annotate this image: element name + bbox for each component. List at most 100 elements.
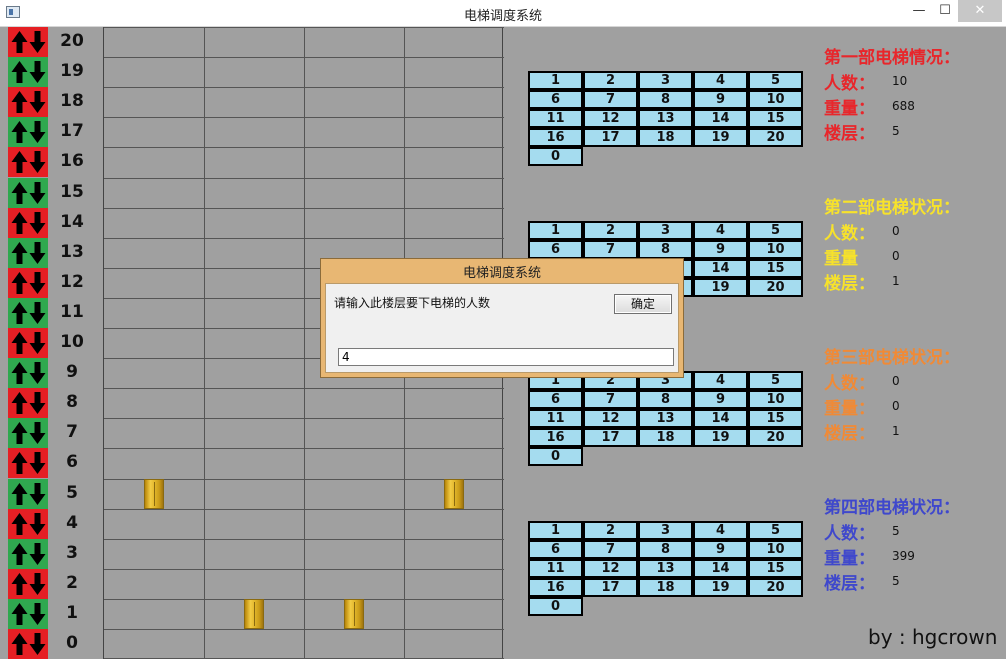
floor-key-15[interactable]: 15 xyxy=(748,109,803,128)
floor-key-3[interactable]: 3 xyxy=(638,521,693,540)
call-button-floor-7[interactable] xyxy=(8,418,48,448)
floor-key-11[interactable]: 11 xyxy=(528,409,583,428)
call-button-floor-2[interactable] xyxy=(8,569,48,599)
call-button-floor-1[interactable] xyxy=(8,599,48,629)
floor-key-14[interactable]: 14 xyxy=(693,559,748,578)
floor-key-12[interactable]: 12 xyxy=(583,559,638,578)
floor-key-9[interactable]: 9 xyxy=(693,390,748,409)
floor-key-8[interactable]: 8 xyxy=(638,240,693,259)
call-button-floor-10[interactable] xyxy=(8,328,48,358)
floor-key-8[interactable]: 8 xyxy=(638,90,693,109)
floor-key-9[interactable]: 9 xyxy=(693,540,748,559)
floor-key-0[interactable]: 0 xyxy=(528,597,583,616)
floor-key-10[interactable]: 10 xyxy=(748,240,803,259)
close-button[interactable]: ✕ xyxy=(958,0,1002,22)
call-button-floor-17[interactable] xyxy=(8,117,48,147)
floor-key-2[interactable]: 2 xyxy=(583,71,638,90)
floor-key-4[interactable]: 4 xyxy=(693,521,748,540)
floor-key-19[interactable]: 19 xyxy=(693,278,748,297)
floor-key-2[interactable]: 2 xyxy=(583,521,638,540)
floor-key-16[interactable]: 16 xyxy=(528,128,583,147)
floor-key-9[interactable]: 9 xyxy=(693,90,748,109)
floor-key-18[interactable]: 18 xyxy=(638,578,693,597)
floor-key-6[interactable]: 6 xyxy=(528,390,583,409)
call-button-floor-4[interactable] xyxy=(8,509,48,539)
call-button-floor-13[interactable] xyxy=(8,238,48,268)
floor-key-6[interactable]: 6 xyxy=(528,540,583,559)
floor-key-2[interactable]: 2 xyxy=(583,221,638,240)
floor-key-6[interactable]: 6 xyxy=(528,240,583,259)
call-button-floor-3[interactable] xyxy=(8,539,48,569)
floor-key-7[interactable]: 7 xyxy=(583,390,638,409)
floor-key-0[interactable]: 0 xyxy=(528,147,583,166)
floor-key-20[interactable]: 20 xyxy=(748,578,803,597)
minimize-button[interactable]: — xyxy=(906,0,932,22)
floor-key-12[interactable]: 12 xyxy=(583,109,638,128)
floor-key-1[interactable]: 1 xyxy=(528,221,583,240)
floor-key-14[interactable]: 14 xyxy=(693,409,748,428)
floor-key-14[interactable]: 14 xyxy=(693,109,748,128)
floor-key-20[interactable]: 20 xyxy=(748,428,803,447)
floor-key-4[interactable]: 4 xyxy=(693,371,748,390)
floor-key-19[interactable]: 19 xyxy=(693,428,748,447)
floor-key-15[interactable]: 15 xyxy=(748,259,803,278)
floor-key-11[interactable]: 11 xyxy=(528,109,583,128)
floor-key-17[interactable]: 17 xyxy=(583,428,638,447)
call-button-floor-20[interactable] xyxy=(8,27,48,57)
floor-key-5[interactable]: 5 xyxy=(748,221,803,240)
ok-button[interactable]: 确定 xyxy=(614,294,672,314)
floor-key-18[interactable]: 18 xyxy=(638,128,693,147)
floor-key-13[interactable]: 13 xyxy=(638,409,693,428)
floor-key-10[interactable]: 10 xyxy=(748,390,803,409)
floor-key-3[interactable]: 3 xyxy=(638,221,693,240)
floor-key-4[interactable]: 4 xyxy=(693,71,748,90)
call-button-floor-12[interactable] xyxy=(8,268,48,298)
floor-key-6[interactable]: 6 xyxy=(528,90,583,109)
floor-key-17[interactable]: 17 xyxy=(583,128,638,147)
people-count-input[interactable] xyxy=(338,348,674,366)
floor-key-17[interactable]: 17 xyxy=(583,578,638,597)
floor-key-15[interactable]: 15 xyxy=(748,559,803,578)
floor-key-1[interactable]: 1 xyxy=(528,521,583,540)
floor-key-13[interactable]: 13 xyxy=(638,559,693,578)
floor-key-7[interactable]: 7 xyxy=(583,90,638,109)
floor-key-13[interactable]: 13 xyxy=(638,109,693,128)
floor-key-9[interactable]: 9 xyxy=(693,240,748,259)
call-button-floor-0[interactable] xyxy=(8,629,48,659)
floor-key-16[interactable]: 16 xyxy=(528,578,583,597)
floor-key-10[interactable]: 10 xyxy=(748,540,803,559)
call-button-floor-16[interactable] xyxy=(8,147,48,177)
call-button-floor-18[interactable] xyxy=(8,87,48,117)
floor-key-19[interactable]: 19 xyxy=(693,128,748,147)
floor-key-7[interactable]: 7 xyxy=(583,540,638,559)
floor-key-11[interactable]: 11 xyxy=(528,559,583,578)
floor-key-18[interactable]: 18 xyxy=(638,428,693,447)
floor-key-12[interactable]: 12 xyxy=(583,409,638,428)
floor-key-8[interactable]: 8 xyxy=(638,390,693,409)
maximize-button[interactable]: ☐ xyxy=(932,0,958,22)
call-button-floor-6[interactable] xyxy=(8,448,48,478)
floor-key-1[interactable]: 1 xyxy=(528,71,583,90)
floor-key-7[interactable]: 7 xyxy=(583,240,638,259)
call-button-floor-14[interactable] xyxy=(8,208,48,238)
floor-key-16[interactable]: 16 xyxy=(528,428,583,447)
floor-key-14[interactable]: 14 xyxy=(693,259,748,278)
call-button-floor-9[interactable] xyxy=(8,358,48,388)
call-button-floor-8[interactable] xyxy=(8,388,48,418)
floor-key-8[interactable]: 8 xyxy=(638,540,693,559)
floor-key-10[interactable]: 10 xyxy=(748,90,803,109)
call-button-floor-11[interactable] xyxy=(8,298,48,328)
floor-key-0[interactable]: 0 xyxy=(528,447,583,466)
floor-key-5[interactable]: 5 xyxy=(748,371,803,390)
call-button-floor-5[interactable] xyxy=(8,479,48,509)
floor-key-5[interactable]: 5 xyxy=(748,521,803,540)
floor-key-5[interactable]: 5 xyxy=(748,71,803,90)
floor-key-3[interactable]: 3 xyxy=(638,71,693,90)
floor-key-15[interactable]: 15 xyxy=(748,409,803,428)
call-button-floor-15[interactable] xyxy=(8,178,48,208)
floor-key-19[interactable]: 19 xyxy=(693,578,748,597)
floor-key-4[interactable]: 4 xyxy=(693,221,748,240)
call-button-floor-19[interactable] xyxy=(8,57,48,87)
floor-key-20[interactable]: 20 xyxy=(748,278,803,297)
floor-key-20[interactable]: 20 xyxy=(748,128,803,147)
